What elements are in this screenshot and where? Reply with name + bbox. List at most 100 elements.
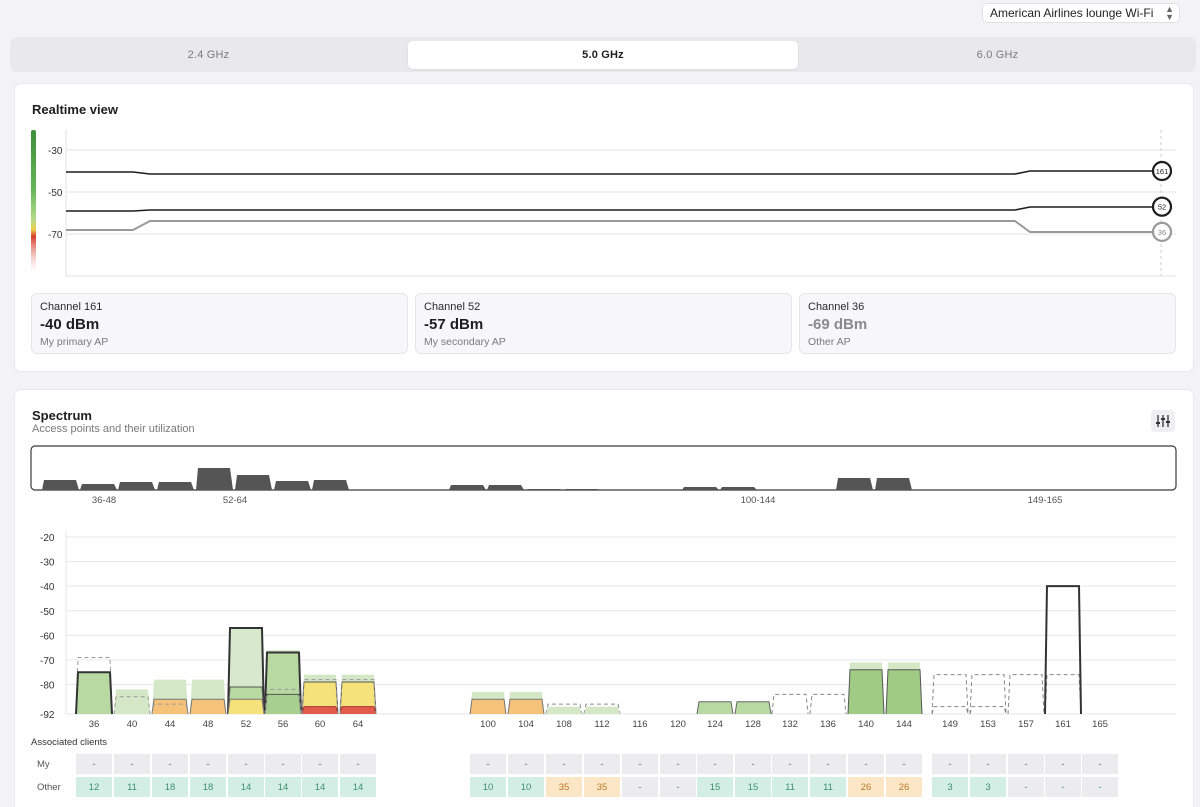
ap-bar-ch108[interactable] <box>546 706 582 714</box>
channel-label: 116 <box>632 719 647 730</box>
overview-range-label: 52-64 <box>223 495 247 506</box>
y-tick-label: -50 <box>40 607 55 618</box>
y-tick-label: -92 <box>40 710 55 721</box>
ap-bar-ch144[interactable] <box>885 669 923 715</box>
channel-label: 52 <box>241 719 252 730</box>
client-cell-value: - <box>1061 759 1064 770</box>
overview-bar <box>836 478 873 490</box>
overview-bar <box>274 481 311 490</box>
ap-bar-ch149[interactable] <box>931 674 969 715</box>
client-cell-value: - <box>486 759 489 770</box>
overview-bar <box>42 480 79 490</box>
channel-label: 112 <box>594 719 609 730</box>
ap-bar-ch153[interactable] <box>969 706 1007 715</box>
client-cell-value: 26 <box>861 782 872 793</box>
client-cell-value: - <box>206 759 209 770</box>
channel-label: 100 <box>480 719 496 730</box>
client-cell-value: - <box>92 759 95 770</box>
channel-label: 108 <box>556 719 572 730</box>
y-tick-label: -40 <box>40 582 55 593</box>
client-cell-value: 10 <box>521 782 532 793</box>
channel-label: 144 <box>896 719 912 730</box>
ap-bar-ch157[interactable] <box>1007 674 1045 715</box>
client-cell-value: - <box>986 759 989 770</box>
channel-label: 104 <box>518 719 534 730</box>
ap-bar-ch153[interactable] <box>969 674 1007 715</box>
overview-bar <box>235 475 272 490</box>
client-cell-value: - <box>1024 759 1027 770</box>
client-cell-value: - <box>948 759 951 770</box>
overview-bar <box>875 478 912 490</box>
channel-label: 136 <box>820 719 836 730</box>
client-cell-value: 15 <box>748 782 759 793</box>
client-cell-value: 35 <box>559 782 570 793</box>
channel-label: 40 <box>127 719 138 730</box>
channel-label: 36 <box>89 719 100 730</box>
channel-label: 153 <box>980 719 996 730</box>
overview-range-label: 100-144 <box>741 495 776 506</box>
ap-bar-ch132[interactable] <box>771 693 809 715</box>
ap-bar-ch44[interactable] <box>151 698 189 715</box>
ap-bar-ch40[interactable] <box>114 689 150 714</box>
client-cell-value: - <box>356 759 359 770</box>
ap-bar-ch48[interactable] <box>189 698 227 715</box>
client-cell-value: - <box>562 759 565 770</box>
overview-range-label: 149-165 <box>1028 495 1063 506</box>
client-cell-value: 12 <box>89 782 100 793</box>
client-cell-value: 18 <box>165 782 176 793</box>
client-cell-value: - <box>902 759 905 770</box>
channel-label: 44 <box>165 719 176 730</box>
overview-bar <box>526 489 563 490</box>
ap-bar-ch161[interactable] <box>1044 585 1082 715</box>
client-cell-value: 15 <box>710 782 721 793</box>
client-cell-value: 3 <box>985 782 990 793</box>
overview-bar <box>564 489 601 490</box>
channel-label: 132 <box>782 719 798 730</box>
client-cell-value: - <box>281 759 284 770</box>
client-cell-value: - <box>638 782 641 793</box>
channel-label: 60 <box>315 719 326 730</box>
ap-bar-ch128[interactable] <box>734 701 772 715</box>
ap-bar-ch124[interactable] <box>696 701 734 715</box>
ap-bar-ch136[interactable] <box>809 693 847 715</box>
ap-bar-ch52[interactable] <box>227 698 265 715</box>
y-tick-label: -20 <box>40 533 55 544</box>
client-cell-value: 14 <box>241 782 252 793</box>
channel-label: 140 <box>858 719 874 730</box>
channel-label: 161 <box>1055 719 1071 730</box>
client-cell-value: 14 <box>278 782 289 793</box>
y-tick-label: -60 <box>40 631 55 642</box>
ap-bar-ch149[interactable] <box>931 706 969 715</box>
spectrum-chart: 36-48 52-64 100-144 149-165 -20-30-40-50-60… <box>30 445 1177 797</box>
ap-bar-ch36[interactable] <box>75 671 113 715</box>
y-tick-label: -70 <box>40 656 55 667</box>
channel-label: 48 <box>203 719 214 730</box>
ap-bar-ch112[interactable] <box>584 706 620 714</box>
client-cell-value: 10 <box>483 782 494 793</box>
channel-label: 120 <box>670 719 686 730</box>
row-label-my: My <box>37 759 50 770</box>
overview-bar <box>312 480 349 490</box>
ap-bar-ch56[interactable] <box>264 693 302 715</box>
ap-bar-ch161[interactable] <box>1044 674 1082 715</box>
client-cell-value: - <box>168 759 171 770</box>
client-cell-value: 14 <box>315 782 326 793</box>
client-cell-value: 11 <box>785 782 795 793</box>
ap-bar-ch104[interactable] <box>507 698 545 715</box>
client-cell-value: - <box>788 759 791 770</box>
ap-bar-ch140[interactable] <box>847 669 885 715</box>
row-label-other: Other <box>37 782 61 793</box>
y-tick-label: -30 <box>40 558 55 569</box>
channel-label: 56 <box>278 719 289 730</box>
ap-bar-ch60[interactable] <box>301 706 339 715</box>
client-cell-value: - <box>600 759 603 770</box>
ap-bar-ch100[interactable] <box>469 698 507 715</box>
ap-bar-ch64[interactable] <box>339 706 377 715</box>
client-cell-value: - <box>318 759 321 770</box>
overview-bar <box>682 487 719 490</box>
spectrum-bars <box>75 585 1082 715</box>
channel-label: 149 <box>942 719 958 730</box>
client-cell-value: - <box>713 759 716 770</box>
spectrum-overview[interactable]: 36-48 52-64 100-144 149-165 <box>30 445 1177 506</box>
y-tick-label: -80 <box>40 681 55 692</box>
